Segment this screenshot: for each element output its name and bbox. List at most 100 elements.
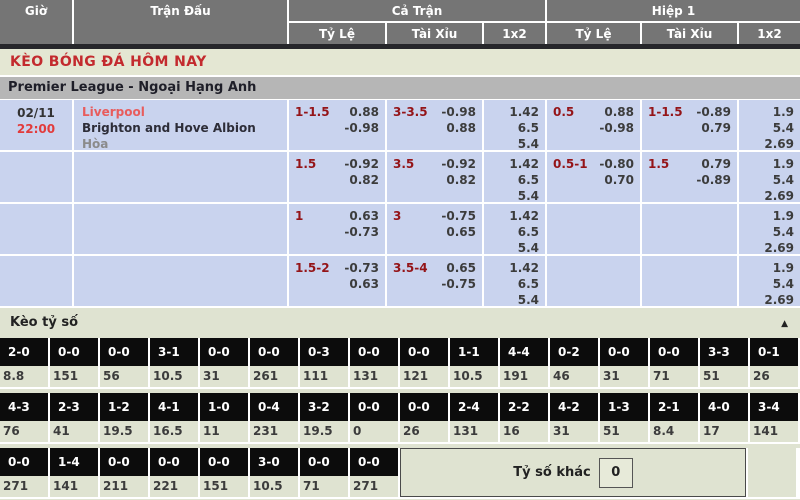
other-score-value-box[interactable]: 0: [599, 458, 633, 488]
score-label[interactable]: 4-3: [0, 393, 48, 421]
score-label[interactable]: 3-4: [750, 393, 798, 421]
score-bet-cell[interactable]: 0-0 26: [400, 393, 448, 442]
score-label[interactable]: 0-0: [200, 448, 248, 476]
score-bet-cell[interactable]: 0-0 261: [250, 338, 298, 387]
score-bet-cell[interactable]: 3-1 10.5: [150, 338, 198, 387]
score-label[interactable]: 1-1: [450, 338, 498, 366]
score-label[interactable]: 0-0: [400, 393, 448, 421]
score-label[interactable]: 3-1: [150, 338, 198, 366]
score-bet-cell[interactable]: 1-2 19.5: [100, 393, 148, 442]
score-bet-cell[interactable]: 0-0 56: [100, 338, 148, 387]
odds-cell-h1-overunder[interactable]: 1.5 0.79 -0.89: [642, 152, 737, 202]
odds-cell-h1-handicap[interactable]: 0.5-1 -0.80 0.70: [547, 152, 640, 202]
score-bet-cell[interactable]: 3-2 19.5: [300, 393, 348, 442]
score-bet-cell[interactable]: 0-0 31: [200, 338, 248, 387]
odds-cell-h1-handicap[interactable]: 0.5 0.88 -0.98: [547, 100, 640, 150]
score-bet-cell[interactable]: 0-0 271: [350, 448, 398, 497]
score-label[interactable]: 4-2: [550, 393, 598, 421]
score-bet-cell[interactable]: 2-3 41: [50, 393, 98, 442]
odds-cell-ft-overunder[interactable]: 3.5-4 0.65 -0.75: [387, 256, 482, 306]
score-bet-cell[interactable]: 0-0 221: [150, 448, 198, 497]
score-label[interactable]: 4-0: [700, 393, 748, 421]
odds-cell-ft-overunder[interactable]: 3.5 -0.92 0.82: [387, 152, 482, 202]
odds-cell-ft-handicap[interactable]: 1-1.5 0.88 -0.98: [289, 100, 385, 150]
score-label[interactable]: 3-3: [700, 338, 748, 366]
score-bet-cell[interactable]: 0-0 71: [650, 338, 698, 387]
score-label[interactable]: 0-1: [750, 338, 798, 366]
score-label[interactable]: 0-0: [50, 338, 98, 366]
score-bet-cell[interactable]: 1-1 10.5: [450, 338, 498, 387]
score-label[interactable]: 0-0: [400, 338, 448, 366]
odds-cell-h1-overunder[interactable]: 1-1.5 -0.89 0.79: [642, 100, 737, 150]
score-label[interactable]: 2-3: [50, 393, 98, 421]
odds-cell-ft-handicap[interactable]: 1.5 -0.92 0.82: [289, 152, 385, 202]
score-bet-cell[interactable]: 1-0 11: [200, 393, 248, 442]
score-bet-cell[interactable]: 0-3 111: [300, 338, 348, 387]
score-bet-cell[interactable]: 0-0 151: [200, 448, 248, 497]
odds-cell-ft-handicap[interactable]: 1 0.63 -0.73: [289, 204, 385, 254]
odds-cell-ft-overunder[interactable]: 3 -0.75 0.65: [387, 204, 482, 254]
away-team[interactable]: Brighton and Hove Albion: [82, 120, 287, 136]
score-bet-cell[interactable]: 2-0 8.8: [0, 338, 48, 387]
score-bet-cell[interactable]: 0-0 71: [300, 448, 348, 497]
score-bet-cell[interactable]: 4-2 31: [550, 393, 598, 442]
odds-cell-h1-1x2[interactable]: 1.9 5.4 2.69: [739, 256, 800, 306]
score-label[interactable]: 4-1: [150, 393, 198, 421]
score-bet-cell[interactable]: 2-1 8.4: [650, 393, 698, 442]
score-label[interactable]: 2-4: [450, 393, 498, 421]
score-bet-cell[interactable]: 0-0 121: [400, 338, 448, 387]
odds-cell-ft-1x2[interactable]: 1.42 6.5 5.4: [484, 100, 545, 150]
odds-cell-ft-1x2[interactable]: 1.42 6.5 5.4: [484, 152, 545, 202]
score-bet-cell[interactable]: 3-4 141: [750, 393, 798, 442]
odds-cell-ft-handicap[interactable]: 1.5-2 -0.73 0.63: [289, 256, 385, 306]
score-label[interactable]: 0-4: [250, 393, 298, 421]
odds-cell-ft-1x2[interactable]: 1.42 6.5 5.4: [484, 256, 545, 306]
score-bet-cell[interactable]: 4-4 191: [500, 338, 548, 387]
score-label[interactable]: 0-0: [300, 448, 348, 476]
score-label[interactable]: 0-0: [350, 393, 398, 421]
score-label[interactable]: 0-0: [650, 338, 698, 366]
score-bet-cell[interactable]: 0-0 131: [350, 338, 398, 387]
score-label[interactable]: 4-4: [500, 338, 548, 366]
score-bet-cell[interactable]: 2-2 16: [500, 393, 548, 442]
odds-cell-ft-1x2[interactable]: 1.42 6.5 5.4: [484, 204, 545, 254]
score-label[interactable]: 0-0: [350, 448, 398, 476]
score-bet-cell[interactable]: 0-2 46: [550, 338, 598, 387]
home-team[interactable]: Liverpool: [82, 104, 287, 120]
odds-cell-ft-overunder[interactable]: 3-3.5 -0.98 0.88: [387, 100, 482, 150]
score-label[interactable]: 0-0: [250, 338, 298, 366]
score-bet-cell[interactable]: 0-0 0: [350, 393, 398, 442]
score-bet-cell[interactable]: 0-0 151: [50, 338, 98, 387]
score-bet-cell[interactable]: 1-3 51: [600, 393, 648, 442]
collapse-arrow-icon[interactable]: ▲: [781, 309, 788, 339]
score-bet-cell[interactable]: 0-0 271: [0, 448, 48, 497]
score-bet-cell[interactable]: 3-3 51: [700, 338, 748, 387]
score-label[interactable]: 1-2: [100, 393, 148, 421]
odds-cell-h1-1x2[interactable]: 1.9 5.4 2.69: [739, 204, 800, 254]
score-label[interactable]: 0-0: [100, 448, 148, 476]
score-bet-cell[interactable]: 0-4 231: [250, 393, 298, 442]
odds-cell-h1-1x2[interactable]: 1.9 5.4 2.69: [739, 152, 800, 202]
score-label[interactable]: 0-0: [0, 448, 48, 476]
score-bet-cell[interactable]: 4-0 17: [700, 393, 748, 442]
score-label[interactable]: 0-0: [200, 338, 248, 366]
score-bet-cell[interactable]: 1-4 141: [50, 448, 98, 497]
score-label[interactable]: 2-1: [650, 393, 698, 421]
score-bet-cell[interactable]: 0-1 26: [750, 338, 798, 387]
score-label[interactable]: 1-4: [50, 448, 98, 476]
score-bet-cell[interactable]: 3-0 10.5: [250, 448, 298, 497]
score-label[interactable]: 3-0: [250, 448, 298, 476]
score-label[interactable]: 2-0: [0, 338, 48, 366]
score-label[interactable]: 0-0: [100, 338, 148, 366]
score-bet-cell[interactable]: 2-4 131: [450, 393, 498, 442]
score-label[interactable]: 1-3: [600, 393, 648, 421]
score-label[interactable]: 3-2: [300, 393, 348, 421]
odds-cell-h1-1x2[interactable]: 1.9 5.4 2.69: [739, 100, 800, 150]
score-label[interactable]: 0-0: [150, 448, 198, 476]
score-bet-cell[interactable]: 4-1 16.5: [150, 393, 198, 442]
score-label[interactable]: 1-0: [200, 393, 248, 421]
score-bet-cell[interactable]: 4-3 76: [0, 393, 48, 442]
score-bet-cell[interactable]: 0-0 211: [100, 448, 148, 497]
score-label[interactable]: 0-3: [300, 338, 348, 366]
score-bet-cell[interactable]: 0-0 31: [600, 338, 648, 387]
